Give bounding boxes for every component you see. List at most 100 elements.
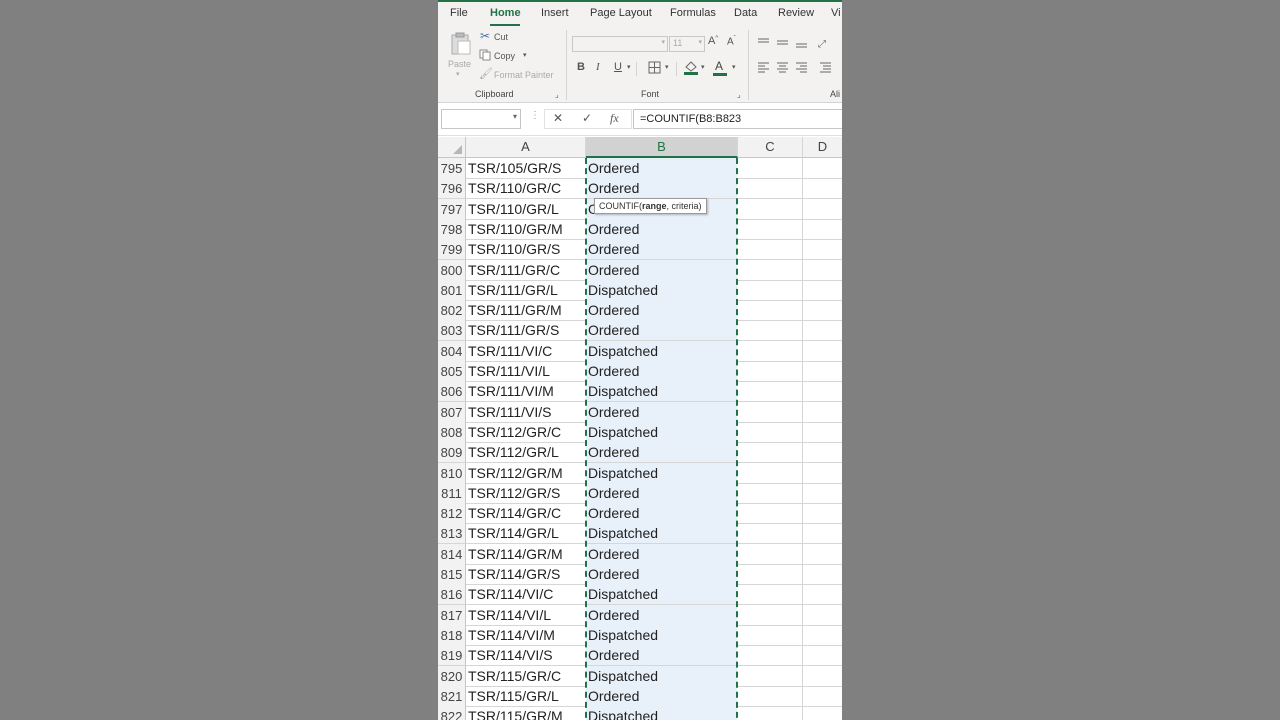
cell-b[interactable]: Ordered xyxy=(586,218,737,240)
cell-d[interactable] xyxy=(803,564,842,585)
cell-a[interactable]: TSR/112/GR/M xyxy=(466,462,588,484)
cell-b[interactable]: Dispatched xyxy=(586,462,737,484)
cell-a[interactable]: TSR/114/GR/M xyxy=(466,543,588,565)
cell-d[interactable] xyxy=(803,463,842,484)
cell-a[interactable]: TSR/111/GR/M xyxy=(466,300,588,322)
cell-d[interactable] xyxy=(803,666,842,687)
cell-d[interactable] xyxy=(803,381,842,403)
font-launcher-icon[interactable]: ⌟ xyxy=(737,90,741,99)
row-header[interactable]: 798 xyxy=(438,218,466,240)
cell-a[interactable]: TSR/111/VI/C xyxy=(466,340,588,362)
cell-a[interactable]: TSR/115/GR/M xyxy=(466,706,588,720)
cell-a[interactable]: TSR/111/VI/S xyxy=(466,401,588,423)
tab-file[interactable]: File xyxy=(450,7,468,19)
enter-icon[interactable]: ✓ xyxy=(582,111,592,125)
tab-data[interactable]: Data xyxy=(734,7,757,19)
cell-c[interactable] xyxy=(738,279,803,301)
cell-b[interactable]: Ordered xyxy=(586,604,737,626)
row-header[interactable]: 816 xyxy=(438,584,466,606)
font-size-select[interactable]: 11 ▾ xyxy=(669,36,705,52)
format-painter-icon[interactable]: 🖌 xyxy=(479,67,493,80)
cell-c[interactable] xyxy=(738,158,803,179)
cell-c[interactable] xyxy=(738,218,803,240)
cell-c[interactable] xyxy=(738,239,803,261)
cell-c[interactable] xyxy=(738,442,803,464)
cell-d[interactable] xyxy=(803,625,842,646)
paste-icon[interactable] xyxy=(450,32,472,56)
row-header[interactable]: 803 xyxy=(438,320,466,342)
cell-c[interactable] xyxy=(738,361,803,382)
cell-c[interactable] xyxy=(738,624,803,646)
row-header[interactable]: 805 xyxy=(438,361,466,382)
cell-a[interactable]: TSR/114/VI/C xyxy=(466,584,588,606)
tab-home[interactable]: Home xyxy=(490,7,521,19)
cell-c[interactable] xyxy=(738,401,803,423)
cell-d[interactable] xyxy=(803,239,842,261)
font-name-select[interactable]: ▾ xyxy=(572,36,668,52)
tab-page-layout[interactable]: Page Layout xyxy=(590,7,652,19)
cell-a[interactable]: TSR/111/GR/C xyxy=(466,259,588,281)
cut-icon[interactable]: ✂ xyxy=(480,29,490,43)
cell-d[interactable] xyxy=(803,219,842,240)
cell-b[interactable]: Ordered xyxy=(586,685,737,707)
cell-c[interactable] xyxy=(738,645,803,667)
copy-button[interactable]: Copy xyxy=(494,51,515,61)
row-header[interactable]: 800 xyxy=(438,259,466,281)
cell-c[interactable] xyxy=(738,503,803,525)
font-color-dropdown-icon[interactable]: ▾ xyxy=(732,63,736,71)
row-header[interactable]: 819 xyxy=(438,645,466,667)
borders-dropdown-icon[interactable]: ▾ xyxy=(665,63,669,71)
cut-button[interactable]: Cut xyxy=(494,32,508,42)
cell-d[interactable] xyxy=(803,300,842,322)
cell-d[interactable] xyxy=(803,320,842,342)
more-options-icon[interactable]: ⋮ xyxy=(530,110,540,121)
tab-insert[interactable]: Insert xyxy=(541,7,569,19)
cell-a[interactable]: TSR/111/GR/L xyxy=(466,279,588,301)
cell-a[interactable]: TSR/110/GR/L xyxy=(466,198,588,220)
cell-b[interactable]: Ordered xyxy=(586,178,737,200)
function-tooltip[interactable]: COUNTIF(range, criteria) xyxy=(594,198,707,214)
cell-a[interactable]: TSR/111/VI/M xyxy=(466,381,588,403)
cell-c[interactable] xyxy=(738,523,803,545)
cell-a[interactable]: TSR/110/GR/M xyxy=(466,218,588,240)
column-header-d[interactable]: D xyxy=(803,137,842,158)
fill-color-dropdown-icon[interactable]: ▾ xyxy=(701,63,705,71)
row-header[interactable]: 810 xyxy=(438,462,466,484)
row-header[interactable]: 802 xyxy=(438,300,466,322)
cell-b[interactable]: Ordered xyxy=(586,361,737,382)
row-header[interactable]: 806 xyxy=(438,381,466,403)
cell-b[interactable]: Dispatched xyxy=(586,340,737,362)
cell-c[interactable] xyxy=(738,198,803,220)
tab-review[interactable]: Review xyxy=(778,7,814,19)
cell-d[interactable] xyxy=(803,422,842,443)
cell-d[interactable] xyxy=(803,178,842,200)
format-painter-button[interactable]: Format Painter xyxy=(494,70,554,80)
cell-c[interactable] xyxy=(738,320,803,342)
cell-c[interactable] xyxy=(738,706,803,720)
column-header-c[interactable]: C xyxy=(738,137,803,158)
insert-function-icon[interactable]: fx xyxy=(610,111,619,126)
cell-d[interactable] xyxy=(803,544,842,565)
cell-d[interactable] xyxy=(803,706,842,720)
row-header[interactable]: 813 xyxy=(438,523,466,545)
cell-d[interactable] xyxy=(803,341,842,362)
cell-a[interactable]: TSR/110/GR/S xyxy=(466,239,588,261)
cell-c[interactable] xyxy=(738,543,803,565)
bold-button[interactable]: B xyxy=(577,61,585,73)
row-header[interactable]: 809 xyxy=(438,442,466,464)
cell-a[interactable]: TSR/114/VI/S xyxy=(466,645,588,667)
copy-dropdown-icon[interactable]: ▾ xyxy=(523,51,527,59)
underline-button[interactable]: U xyxy=(614,61,622,73)
row-header[interactable]: 797 xyxy=(438,198,466,220)
row-header[interactable]: 796 xyxy=(438,178,466,200)
row-header[interactable]: 804 xyxy=(438,340,466,362)
underline-dropdown-icon[interactable]: ▾ xyxy=(627,63,631,71)
cell-d[interactable] xyxy=(803,483,842,504)
row-header[interactable]: 821 xyxy=(438,685,466,707)
paste-dropdown-icon[interactable]: ▾ xyxy=(456,70,460,78)
cell-d[interactable] xyxy=(803,199,842,220)
name-box[interactable]: ▾ xyxy=(441,109,521,129)
cell-d[interactable] xyxy=(803,260,842,281)
cell-b[interactable]: Dispatched xyxy=(586,421,737,443)
cell-d[interactable] xyxy=(803,605,842,626)
